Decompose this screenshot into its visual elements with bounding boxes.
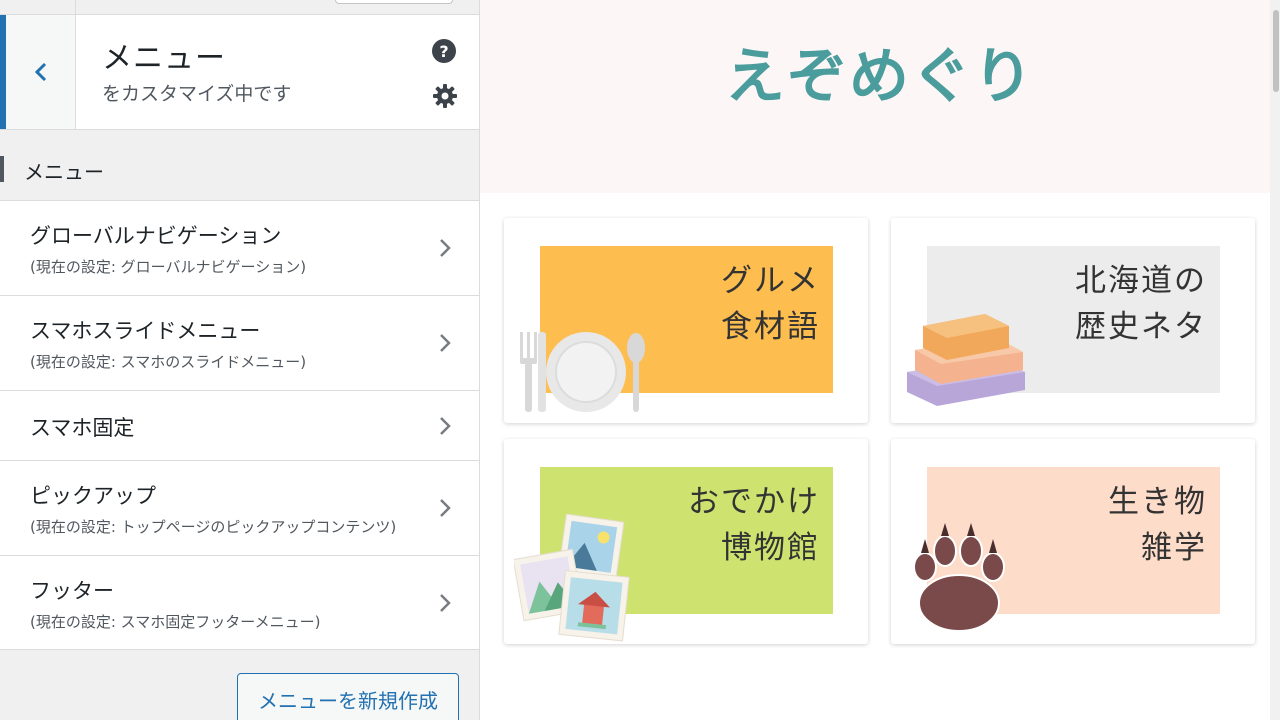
topbar-divider: [75, 0, 76, 15]
menu-item-label: ピックアップ: [30, 484, 156, 508]
menu-item-current-setting: (現在の設定: トップページのピックアップコンテンツ): [30, 518, 397, 536]
section-heading: メニュー: [0, 150, 479, 190]
chevron-right-icon: [440, 239, 451, 257]
section-heading-text: メニュー: [24, 160, 104, 184]
help-icon[interactable]: ?: [432, 39, 456, 63]
card-line1: 北海道の: [1075, 263, 1207, 299]
menu-item-current-setting: (現在の設定: グローバルナビゲーション): [30, 258, 307, 276]
plate-cutlery-icon: [520, 332, 645, 412]
chevron-right-icon: [440, 594, 451, 612]
pickup-card-creatures[interactable]: 生き物 雑学: [891, 439, 1255, 644]
card-line2: 歴史ネタ: [1075, 309, 1207, 345]
chevron-right-icon: [440, 334, 451, 352]
card-line2: 雑学: [1141, 530, 1207, 566]
menu-item-label: フッター: [30, 579, 114, 603]
menu-item-global-navigation[interactable]: グローバルナビゲーション (現在の設定: グローバルナビゲーション): [0, 200, 479, 295]
site-header: えぞめぐり: [480, 0, 1280, 193]
menu-item-footer[interactable]: フッター (現在の設定: スマホ固定フッターメニュー): [0, 555, 479, 650]
menu-location-list: グローバルナビゲーション (現在の設定: グローバルナビゲーション) スマホスラ…: [0, 200, 479, 650]
card-text: 生き物 雑学: [1108, 479, 1207, 571]
pickup-card-outing[interactable]: おでかけ 博物館: [504, 439, 868, 644]
paw-icon: [913, 523, 1005, 632]
publish-button-partial[interactable]: [335, 0, 453, 4]
menu-item-current-setting: (現在の設定: スマホ固定フッターメニュー): [30, 613, 321, 631]
chevron-right-icon: [440, 417, 451, 435]
customizer-topbar: [0, 0, 479, 15]
preview-scrollbar[interactable]: [1270, 0, 1280, 720]
panel-subtitle: をカスタマイズ中です: [102, 83, 292, 105]
preview-scrollbar-thumb[interactable]: [1273, 10, 1279, 92]
menu-item-label: スマホ固定: [30, 416, 135, 440]
books-icon: [907, 314, 1025, 406]
card-line1: 生き物: [1108, 484, 1207, 520]
section-heading-bar: [0, 156, 4, 182]
menu-item-label: グローバルナビゲーション: [30, 224, 282, 248]
customizer-sidebar: メニュー をカスタマイズ中です ? メニュー グローバルナビゲーション (現在の: [0, 0, 480, 720]
panel-title: メニュー: [102, 41, 226, 76]
create-menu-button[interactable]: メニューを新規作成: [237, 673, 459, 720]
photos-icon: [514, 514, 630, 642]
card-line2: 博物館: [721, 530, 820, 566]
card-line2: 食材語: [721, 309, 820, 345]
menu-item-sp-fixed[interactable]: スマホ固定: [0, 390, 479, 460]
gear-icon[interactable]: [432, 83, 458, 109]
menu-item-current-setting: (現在の設定: スマホのスライドメニュー): [30, 353, 307, 371]
chevron-left-icon: [34, 62, 46, 82]
menu-item-pickup[interactable]: ピックアップ (現在の設定: トップページのピックアップコンテンツ): [0, 460, 479, 555]
panel-header: メニュー をカスタマイズ中です ?: [0, 15, 479, 130]
card-line1: おでかけ: [688, 484, 820, 520]
site-preview: えぞめぐり グルメ 食材語 北海道の 歴史ネタ おでかけ 博物館 生き物 雑学: [480, 0, 1280, 720]
chevron-right-icon: [440, 499, 451, 517]
menu-item-label: スマホスライドメニュー: [30, 319, 261, 343]
pickup-card-history[interactable]: 北海道の 歴史ネタ: [891, 218, 1255, 423]
card-text: 北海道の 歴史ネタ: [1075, 258, 1207, 350]
back-button[interactable]: [0, 15, 76, 129]
pickup-card-gourmet[interactable]: グルメ 食材語: [504, 218, 868, 423]
card-text: グルメ 食材語: [721, 258, 820, 350]
site-title[interactable]: えぞめぐり: [480, 28, 1280, 115]
card-text: おでかけ 博物館: [688, 479, 820, 571]
menu-item-sp-slide-menu[interactable]: スマホスライドメニュー (現在の設定: スマホのスライドメニュー): [0, 295, 479, 390]
card-line1: グルメ: [721, 263, 820, 299]
